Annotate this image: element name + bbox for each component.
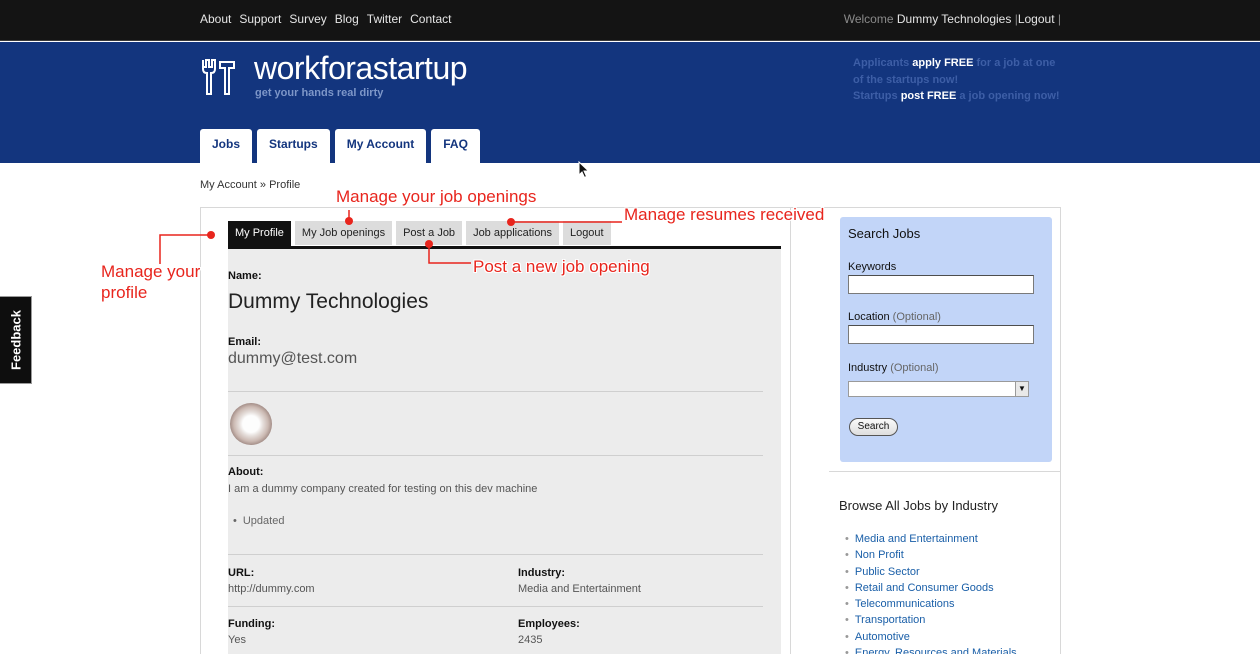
about-text: I am a dummy company created for testing… xyxy=(228,483,538,495)
industry-value: Media and Entertainment xyxy=(518,583,641,595)
column-divider xyxy=(790,207,791,654)
top-link-survey[interactable]: Survey xyxy=(289,12,326,26)
sidebar-divider xyxy=(829,471,1061,472)
search-title: Search Jobs xyxy=(848,226,921,241)
subtab-job-applications[interactable]: Job applications xyxy=(466,221,559,245)
email-label: Email: xyxy=(228,336,262,348)
employees-value: 2435 xyxy=(518,634,543,646)
funding-value: Yes xyxy=(228,634,246,646)
feedback-label: Feedback xyxy=(8,310,23,370)
industry-optional: (Optional) xyxy=(890,362,939,374)
chevron-down-icon[interactable]: ▼ xyxy=(1015,382,1028,396)
keywords-input[interactable] xyxy=(848,275,1034,294)
subtab-my-profile[interactable]: My Profile xyxy=(228,221,291,247)
funding-label: Funding: xyxy=(228,618,276,630)
top-bar: About Support Survey Blog Twitter Contac… xyxy=(0,0,1260,41)
top-link-contact[interactable]: Contact xyxy=(410,12,451,26)
subtab-logout[interactable]: Logout xyxy=(562,221,611,245)
welcome-user-name: Dummy Technologies xyxy=(896,12,1012,26)
divider xyxy=(228,606,763,607)
tab-startups[interactable]: Startups xyxy=(257,129,330,163)
industry-link-transportation[interactable]: Transportation xyxy=(845,612,1017,628)
industry-select[interactable]: ▼ xyxy=(848,381,1029,397)
top-link-twitter[interactable]: Twitter xyxy=(367,12,402,26)
profile-name: Dummy Technologies xyxy=(228,290,429,313)
industry-label-text: Industry xyxy=(848,362,888,374)
promo-text: Applicants apply FREE for a job at one o… xyxy=(853,55,1068,105)
welcome-prefix: Welcome xyxy=(843,12,894,26)
divider xyxy=(228,391,763,392)
welcome-separator-end: | xyxy=(1057,12,1061,26)
promo-applicants: Applicants xyxy=(853,57,910,69)
welcome-text: Welcome Dummy Technologies |Logout | xyxy=(844,12,1061,26)
industry-list: Media and Entertainment Non Profit Publi… xyxy=(845,531,1017,654)
tab-faq[interactable]: FAQ xyxy=(431,129,480,163)
industry-link-telecom[interactable]: Telecommunications xyxy=(845,596,1017,612)
top-logout-link[interactable]: Logout xyxy=(1018,12,1055,26)
profile-email: dummy@test.com xyxy=(228,350,358,367)
top-nav: About Support Survey Blog Twitter Contac… xyxy=(200,12,459,26)
subtab-underline xyxy=(228,246,781,249)
mouse-cursor-icon xyxy=(578,161,590,179)
annotation-manage-profile: Manage your profile xyxy=(101,262,201,302)
name-label: Name: xyxy=(228,270,262,282)
annotation-manage-resumes: Manage resumes received xyxy=(624,205,825,224)
top-link-blog[interactable]: Blog xyxy=(335,12,359,26)
subtab-post-a-job[interactable]: Post a Job xyxy=(396,221,463,245)
site-header: workforastartup get your hands real dirt… xyxy=(0,42,1260,164)
logo-tagline: get your hands real dirty xyxy=(255,87,384,99)
industry-link-retail[interactable]: Retail and Consumer Goods xyxy=(845,580,1017,596)
keywords-label: Keywords xyxy=(848,261,897,273)
url-value: http://dummy.com xyxy=(228,583,315,595)
divider xyxy=(228,554,763,555)
promo-startups: Startups xyxy=(853,90,898,102)
main-tabs: Jobs Startups My Account FAQ xyxy=(200,129,485,164)
promo-startups-rest: a job opening now! xyxy=(959,90,1060,102)
annotation-post-job: Post a new job opening xyxy=(473,257,650,276)
promo-apply-free: apply FREE xyxy=(912,57,974,69)
employees-label: Employees: xyxy=(518,618,580,630)
industry-link-automotive[interactable]: Automotive xyxy=(845,629,1017,645)
annotation-manage-openings: Manage your job openings xyxy=(336,187,537,206)
industry-link-public-sector[interactable]: Public Sector xyxy=(845,564,1017,580)
top-link-support[interactable]: Support xyxy=(239,12,281,26)
feedback-tab[interactable]: Feedback xyxy=(0,296,32,384)
industry-link-energy[interactable]: Energy, Resources and Materials xyxy=(845,645,1017,654)
breadcrumb: My Account » Profile xyxy=(200,179,301,191)
account-subtabs: My Profile My Job openings Post a Job Jo… xyxy=(228,221,615,247)
top-link-about[interactable]: About xyxy=(200,12,231,26)
location-input[interactable] xyxy=(848,325,1034,344)
subtab-my-job-openings[interactable]: My Job openings xyxy=(294,221,393,245)
search-button[interactable]: Search xyxy=(849,418,898,436)
industry-select-label: Industry (Optional) xyxy=(848,362,939,374)
industry-label: Industry: xyxy=(518,567,566,579)
updated-bullet: Updated xyxy=(233,515,285,527)
industry-link-media[interactable]: Media and Entertainment xyxy=(845,531,1017,547)
tab-my-account[interactable]: My Account xyxy=(334,129,427,164)
divider xyxy=(228,455,763,456)
location-optional: (Optional) xyxy=(892,311,941,323)
about-label: About: xyxy=(228,466,264,478)
url-label: URL: xyxy=(228,567,255,579)
tab-jobs[interactable]: Jobs xyxy=(200,129,253,163)
promo-post-free: post FREE xyxy=(900,90,957,102)
location-label: Location (Optional) xyxy=(848,311,941,323)
industry-link-nonprofit[interactable]: Non Profit xyxy=(845,547,1017,563)
tools-logo-icon[interactable] xyxy=(200,57,236,97)
logo-text[interactable]: workforastartup xyxy=(254,50,468,87)
avatar xyxy=(230,403,272,445)
location-label-text: Location xyxy=(848,311,890,323)
browse-title: Browse All Jobs by Industry xyxy=(839,498,998,513)
